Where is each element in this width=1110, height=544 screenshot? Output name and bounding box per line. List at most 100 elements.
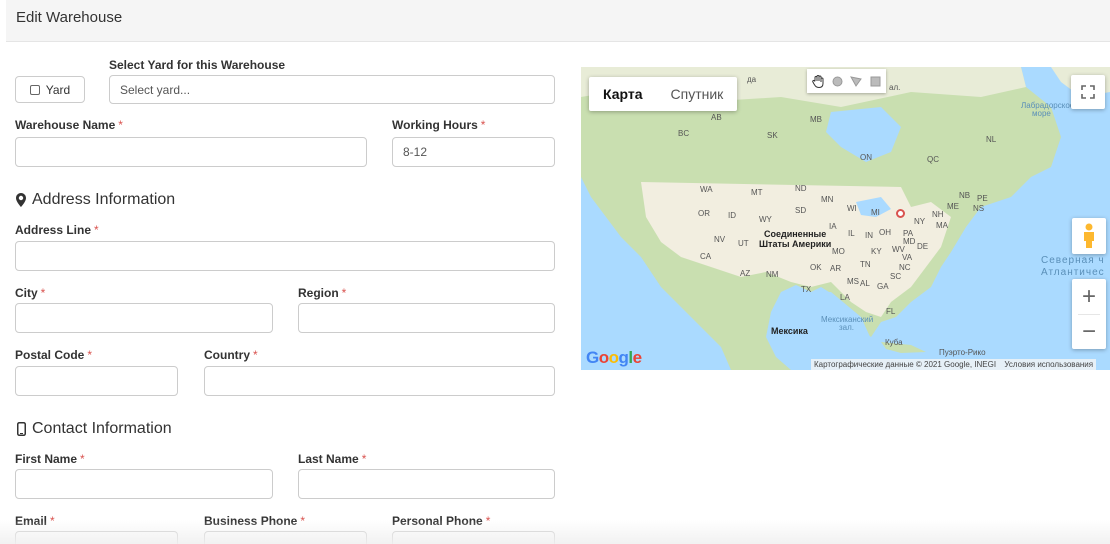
- map-label: AR: [830, 264, 842, 273]
- map-label: ID: [728, 211, 736, 220]
- map-label: ND: [795, 184, 807, 193]
- polygon-draw-icon[interactable]: [848, 73, 864, 89]
- first-name-input[interactable]: [15, 469, 273, 499]
- working-hours-input[interactable]: 8-12: [392, 137, 555, 167]
- region-input[interactable]: [298, 303, 555, 333]
- address-line-input[interactable]: [15, 241, 555, 271]
- map-label: IN: [865, 231, 873, 240]
- map-label: NH: [932, 210, 944, 219]
- map-label: NV: [714, 235, 726, 244]
- map-label-country: Штаты Америки: [759, 239, 832, 249]
- region-label: Region *: [298, 286, 347, 300]
- map-label: MN: [821, 195, 834, 204]
- map-label: GA: [877, 282, 889, 291]
- map-label: SD: [795, 206, 807, 215]
- mobile-phone-icon: [15, 422, 27, 437]
- map-label: NC: [899, 263, 911, 272]
- zoom-control: + −: [1072, 279, 1106, 349]
- map-label: IL: [848, 229, 855, 238]
- map-label: NY: [914, 217, 926, 226]
- warehouse-name-input[interactable]: [15, 137, 367, 167]
- map-label: MO: [832, 247, 845, 256]
- map-label: LA: [840, 293, 850, 302]
- map-attribution: Картографические данные © 2021 Google, I…: [811, 359, 1097, 370]
- working-hours-label: Working Hours *: [392, 118, 486, 132]
- city-label: City *: [15, 286, 46, 300]
- address-section-text: Address Information: [32, 191, 176, 208]
- street-view-button[interactable]: [1072, 218, 1106, 254]
- warehouse-name-label: Warehouse Name *: [15, 118, 123, 132]
- page-header: Edit Warehouse: [6, 0, 1110, 42]
- postal-code-input[interactable]: [15, 366, 178, 396]
- attribution-text: Картографические данные © 2021 Google, I…: [814, 360, 997, 369]
- country-label: Country *: [204, 348, 258, 362]
- last-name-label: Last Name *: [298, 452, 367, 466]
- map-label: SK: [767, 131, 778, 140]
- map-label: WA: [700, 185, 713, 194]
- map-label: Пуэрто-Рико: [939, 348, 986, 357]
- map-label: NL: [986, 135, 997, 144]
- map-type-satellite-button[interactable]: Спутник: [657, 77, 738, 111]
- map-label: AB: [711, 113, 722, 122]
- drawing-toolbar: [807, 69, 886, 93]
- location-marker[interactable]: [896, 209, 905, 218]
- map-label: AZ: [740, 269, 751, 278]
- map-label: MT: [751, 188, 763, 197]
- yard-checkbox[interactable]: [29, 84, 40, 95]
- page-title: Edit Warehouse: [16, 9, 123, 26]
- map-label: BC: [678, 129, 690, 138]
- yard-select[interactable]: Select yard...: [109, 75, 555, 104]
- map-label: зал.: [839, 323, 855, 332]
- map-label: NB: [959, 191, 971, 200]
- map-label: TX: [801, 285, 812, 294]
- map-label: MS: [847, 277, 859, 286]
- map-label: FL: [886, 307, 896, 316]
- map-label: CA: [700, 252, 712, 261]
- map-label: NS: [973, 204, 985, 213]
- map-label: KY: [871, 247, 882, 256]
- contact-section-text: Contact Information: [32, 420, 172, 437]
- bottom-fade: [0, 520, 1110, 544]
- rectangle-draw-icon[interactable]: [867, 73, 883, 89]
- hand-icon[interactable]: [810, 73, 826, 89]
- map-label-country: Соединенные: [764, 229, 827, 239]
- map-label: VA: [902, 253, 913, 262]
- map-label: море: [1032, 109, 1051, 118]
- contact-section-title: Contact Information: [15, 420, 172, 438]
- address-section-title: Address Information: [15, 191, 175, 209]
- pegman-icon: [1084, 223, 1094, 248]
- map-label: PE: [977, 194, 988, 203]
- map-label: QC: [927, 155, 939, 164]
- country-select[interactable]: [204, 366, 555, 396]
- yard-toggle-button[interactable]: Yard: [15, 76, 85, 103]
- map-type-map-button[interactable]: Карта: [589, 77, 657, 111]
- fullscreen-icon: [1081, 85, 1095, 99]
- yard-button-label: Yard: [45, 82, 71, 97]
- last-name-input[interactable]: [298, 469, 555, 499]
- map-label: DE: [917, 242, 929, 251]
- map-label: MA: [936, 221, 948, 230]
- map-label: OR: [698, 209, 710, 218]
- fullscreen-button[interactable]: [1071, 75, 1105, 109]
- map-label: UT: [738, 239, 749, 248]
- circle-draw-icon[interactable]: [829, 73, 845, 89]
- city-input[interactable]: [15, 303, 273, 333]
- map-label: OH: [879, 228, 891, 237]
- map-label: TN: [860, 260, 871, 269]
- map-label: ON: [860, 153, 872, 162]
- map-label: Куба: [885, 338, 903, 347]
- google-logo: Google: [586, 348, 642, 367]
- map-label: ME: [947, 202, 959, 211]
- map-label: да: [747, 75, 757, 84]
- zoom-in-button[interactable]: +: [1072, 279, 1106, 314]
- map-label: OK: [810, 263, 822, 272]
- address-line-label: Address Line *: [15, 223, 99, 237]
- map-label: Северная ч: [1041, 255, 1105, 266]
- terms-link[interactable]: Условия использования: [1004, 360, 1093, 369]
- location-map[interactable]: да ал. AB MB BC SK NL ON QC Лабрадорское…: [581, 67, 1110, 370]
- map-label: SC: [890, 272, 902, 281]
- map-type-control: Карта Спутник: [589, 77, 738, 111]
- map-label: AL: [860, 279, 870, 288]
- map-label: ал.: [889, 83, 901, 92]
- zoom-out-button[interactable]: −: [1072, 314, 1106, 349]
